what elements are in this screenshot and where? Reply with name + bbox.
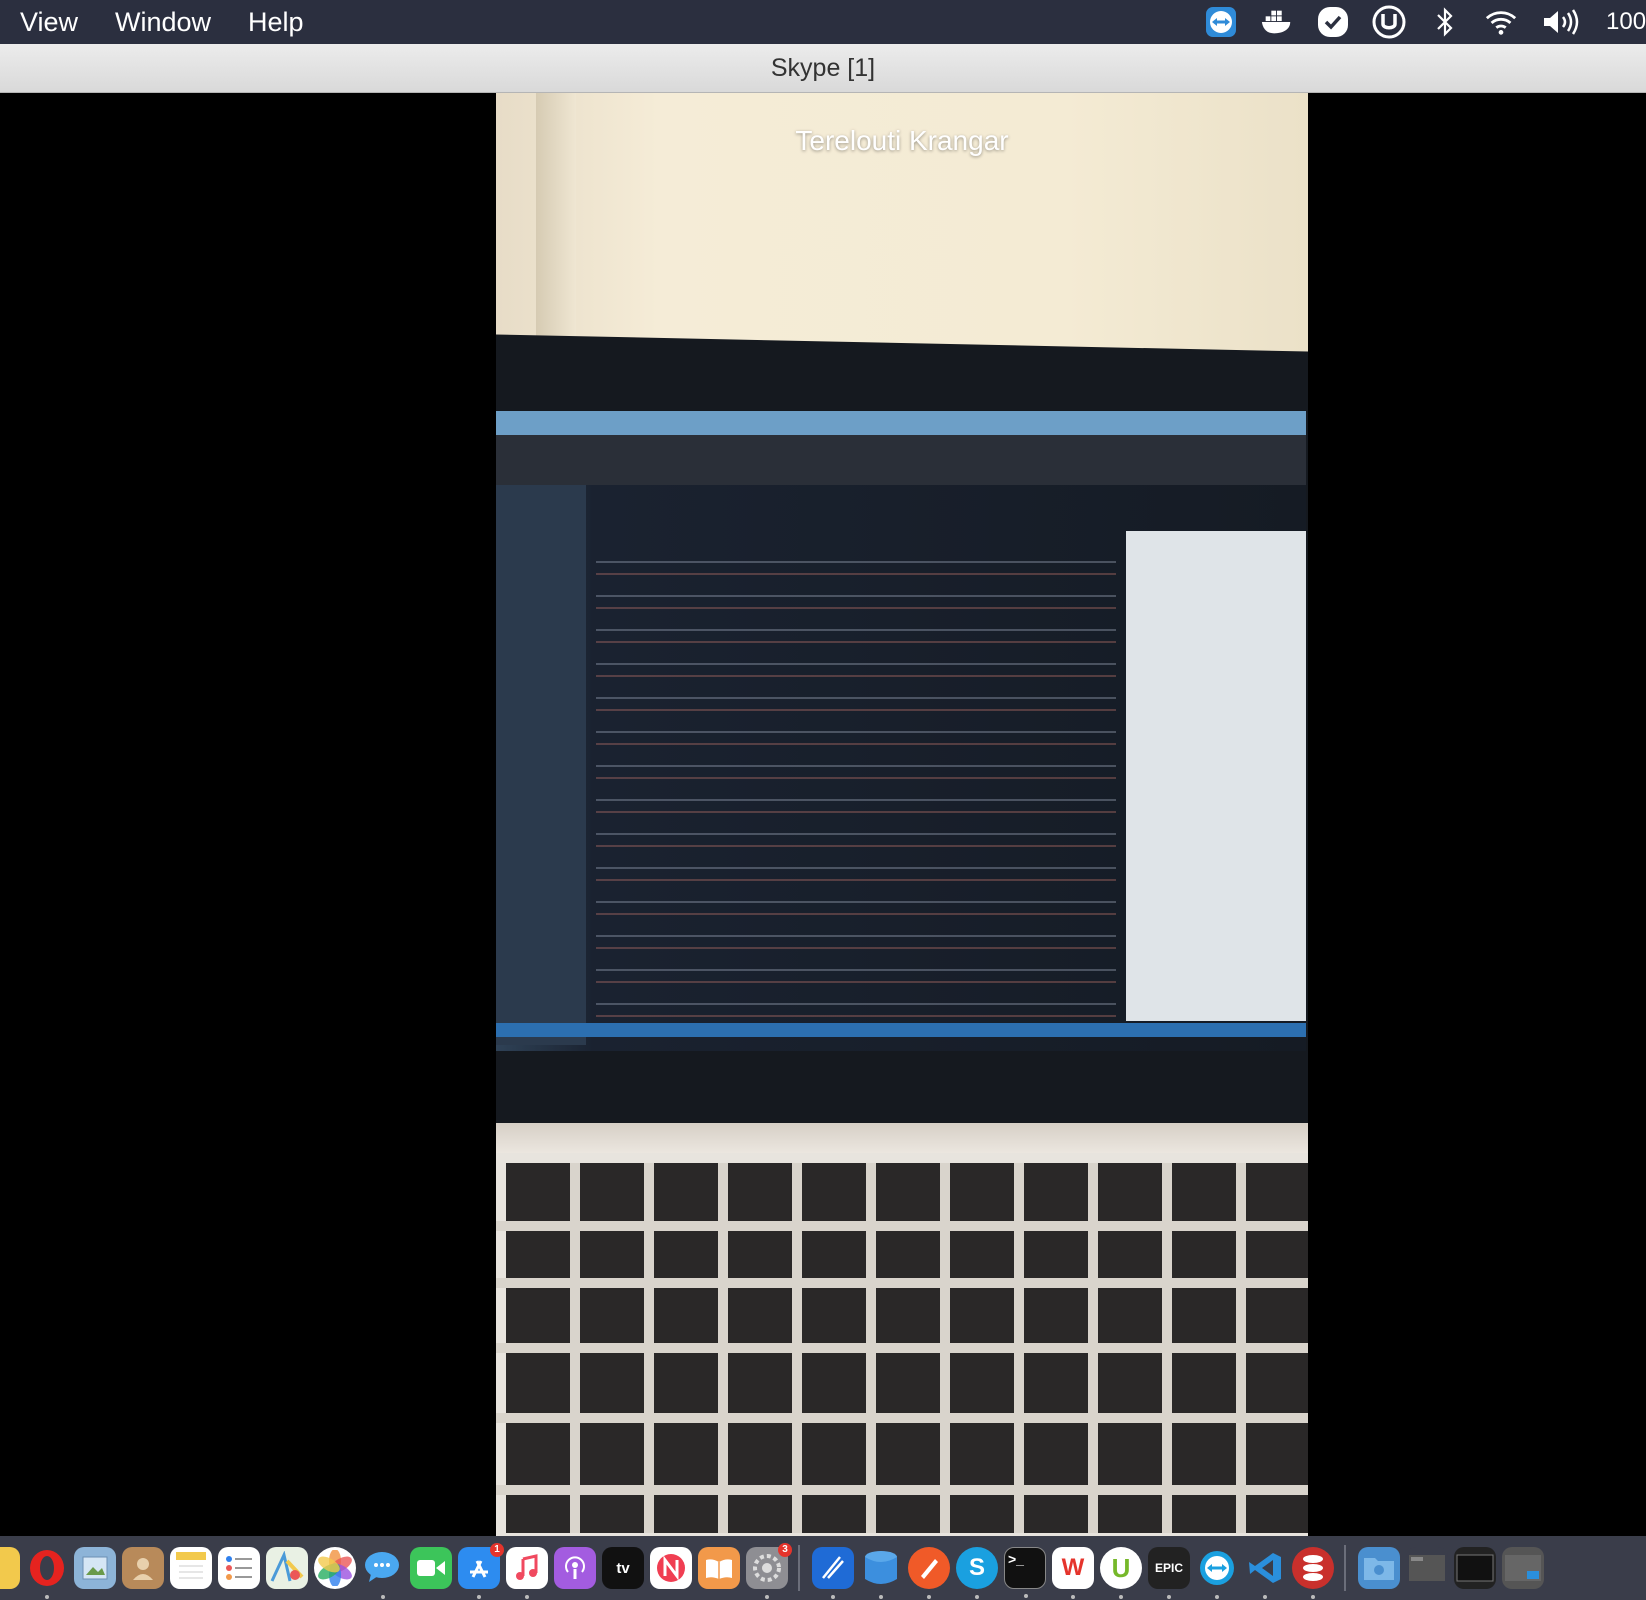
window-thumbnail-icon[interactable] bbox=[1454, 1547, 1496, 1589]
messages-icon[interactable] bbox=[362, 1547, 404, 1599]
menu-bar: View Window Help 100 bbox=[0, 0, 1646, 44]
remote-video-feed[interactable]: Terelouti Krangar bbox=[496, 93, 1308, 1536]
dock-separator bbox=[798, 1545, 800, 1591]
dock-separator bbox=[1344, 1545, 1346, 1591]
window-title: Skype [1] bbox=[770, 54, 876, 82]
teamviewer-icon[interactable] bbox=[1204, 5, 1238, 39]
system-preferences-icon[interactable]: 3 bbox=[746, 1543, 792, 1599]
tv-icon[interactable]: tv bbox=[602, 1547, 644, 1589]
volume-icon[interactable] bbox=[1540, 5, 1584, 39]
database-icon[interactable] bbox=[860, 1547, 902, 1599]
window-thumbnail-icon[interactable] bbox=[1406, 1547, 1448, 1589]
folder-icon[interactable] bbox=[1358, 1547, 1400, 1589]
preview-icon[interactable] bbox=[74, 1547, 116, 1589]
checkmark-icon[interactable] bbox=[1316, 5, 1350, 39]
reminders-icon[interactable] bbox=[218, 1547, 260, 1589]
utorrent-icon[interactable] bbox=[1372, 5, 1406, 39]
epic-games-icon[interactable]: EPIC bbox=[1148, 1547, 1190, 1599]
facetime-icon[interactable] bbox=[410, 1547, 452, 1589]
call-area: Terelouti Krangar bbox=[0, 93, 1646, 1536]
skype-icon[interactable]: S bbox=[956, 1547, 998, 1599]
opera-icon[interactable] bbox=[26, 1547, 68, 1599]
podcasts-icon[interactable] bbox=[554, 1547, 596, 1589]
wifi-icon[interactable] bbox=[1484, 5, 1518, 39]
maps-icon[interactable] bbox=[266, 1547, 308, 1589]
menu-window[interactable]: Window bbox=[115, 0, 211, 44]
app-store-badge: 1 bbox=[490, 1543, 504, 1557]
contacts-icon[interactable] bbox=[122, 1547, 164, 1589]
utorrent-dock-icon[interactable]: U bbox=[1100, 1547, 1142, 1599]
books-icon[interactable] bbox=[698, 1547, 740, 1589]
bluetooth-icon[interactable] bbox=[1428, 5, 1462, 39]
caller-name: Terelouti Krangar bbox=[795, 125, 1009, 156]
notes-icon[interactable] bbox=[170, 1547, 212, 1589]
music-icon[interactable] bbox=[506, 1547, 548, 1599]
window-title-bar[interactable]: Skype [1] bbox=[0, 44, 1646, 93]
xcode-icon[interactable] bbox=[812, 1547, 854, 1599]
status-area: 100 bbox=[1204, 0, 1646, 44]
finder-icon[interactable] bbox=[0, 1547, 20, 1589]
photos-icon[interactable] bbox=[314, 1547, 356, 1589]
stack-icon[interactable] bbox=[1292, 1547, 1334, 1599]
battery-percentage[interactable]: 100 bbox=[1606, 8, 1646, 36]
wps-icon[interactable]: W bbox=[1052, 1547, 1094, 1599]
window-thumbnail-icon[interactable] bbox=[1502, 1547, 1544, 1589]
vscode-icon[interactable] bbox=[1244, 1547, 1286, 1599]
menu-help[interactable]: Help bbox=[248, 0, 304, 44]
system-preferences-badge: 3 bbox=[778, 1543, 792, 1557]
terminal-icon[interactable]: >_ bbox=[1004, 1547, 1046, 1598]
laptop-screen bbox=[496, 411, 1306, 1051]
app-store-icon[interactable]: 1 bbox=[458, 1543, 504, 1599]
dock: 1 tv 3 S >_ W U EPIC bbox=[0, 1536, 1646, 1600]
docker-icon[interactable] bbox=[1260, 5, 1294, 39]
menu-view[interactable]: View bbox=[20, 0, 78, 44]
teamviewer-dock-icon[interactable] bbox=[1196, 1547, 1238, 1599]
news-icon[interactable] bbox=[650, 1547, 692, 1589]
pen-icon[interactable] bbox=[908, 1547, 950, 1599]
